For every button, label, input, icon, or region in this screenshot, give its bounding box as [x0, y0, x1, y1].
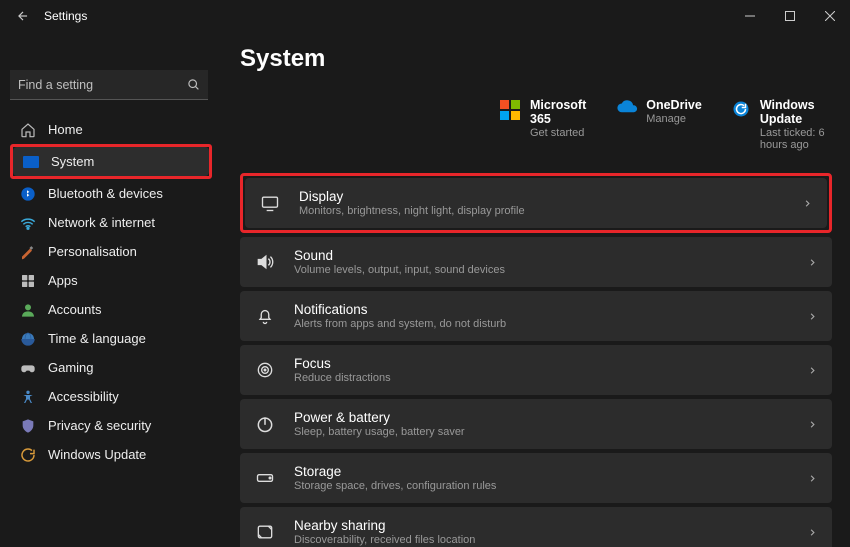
accounts-icon [20, 302, 36, 318]
setting-desc: Storage space, drives, configuration rul… [294, 480, 807, 492]
nav-bluetooth[interactable]: Bluetooth & devices [10, 179, 212, 208]
setting-title: Display [299, 189, 802, 204]
nav-label: Network & internet [48, 215, 155, 230]
tile-title: Windows Update [760, 98, 832, 126]
chevron-right-icon [807, 311, 818, 322]
close-button[interactable] [810, 0, 850, 32]
nav-label: Personalisation [48, 244, 137, 259]
titlebar: Settings [0, 0, 850, 32]
setting-title: Notifications [294, 302, 807, 317]
nav-label: Privacy & security [48, 418, 151, 433]
focus-icon [254, 359, 276, 381]
chevron-right-icon [807, 473, 818, 484]
tile-sub: Last ticked: 6 hours ago [760, 127, 832, 151]
page-title: System [240, 45, 832, 73]
chevron-right-icon [802, 198, 813, 209]
accessibility-icon [20, 389, 36, 405]
chevron-right-icon [807, 365, 818, 376]
notifications-icon [254, 305, 276, 327]
setting-notifications[interactable]: NotificationsAlerts from apps and system… [240, 291, 832, 341]
setting-desc: Discoverability, received files location [294, 534, 807, 546]
nav-update[interactable]: Windows Update [10, 440, 212, 469]
nav-apps[interactable]: Apps [10, 266, 212, 295]
setting-desc: Reduce distractions [294, 372, 807, 384]
setting-desc: Monitors, brightness, night light, displ… [299, 205, 802, 217]
sidebar: Home System Bluetooth & devices Network … [0, 32, 218, 547]
setting-title: Storage [294, 464, 807, 479]
home-icon [20, 122, 36, 138]
network-icon [20, 215, 36, 231]
nav-privacy[interactable]: Privacy & security [10, 411, 212, 440]
time-icon [20, 331, 36, 347]
nearby-icon [254, 521, 276, 543]
gaming-icon [20, 360, 36, 376]
apps-icon [20, 273, 36, 289]
highlight-display: DisplayMonitors, brightness, night light… [240, 173, 832, 233]
nav-label: Gaming [48, 360, 94, 375]
windowsupdate-icon [732, 100, 750, 120]
search-input[interactable] [18, 78, 187, 92]
chevron-right-icon [807, 527, 818, 538]
nav-time[interactable]: Time & language [10, 324, 212, 353]
setting-title: Sound [294, 248, 807, 263]
nav-label: Windows Update [48, 447, 146, 462]
setting-sound[interactable]: SoundVolume levels, output, input, sound… [240, 237, 832, 287]
tile-title: Microsoft 365 [530, 98, 586, 126]
back-button[interactable] [16, 9, 44, 23]
system-icon [23, 154, 39, 170]
main-panel: System Microsoft 365Get started OneDrive… [218, 32, 850, 547]
search-icon [187, 78, 200, 91]
setting-desc: Sleep, battery usage, battery saver [294, 426, 807, 438]
setting-desc: Volume levels, output, input, sound devi… [294, 264, 807, 276]
nav-label: Accessibility [48, 389, 119, 404]
tile-title: OneDrive [646, 98, 702, 112]
nav-accounts[interactable]: Accounts [10, 295, 212, 324]
chevron-right-icon [807, 419, 818, 430]
nav-system[interactable]: System [13, 147, 209, 176]
setting-nearby[interactable]: Nearby sharingDiscoverability, received … [240, 507, 832, 547]
search-box[interactable] [10, 70, 208, 100]
setting-title: Focus [294, 356, 807, 371]
setting-title: Nearby sharing [294, 518, 807, 533]
tile-sub: Get started [530, 127, 586, 139]
display-icon [259, 192, 281, 214]
bluetooth-icon [20, 186, 36, 202]
tile-onedrive[interactable]: OneDriveManage [616, 98, 702, 151]
nav-label: Bluetooth & devices [48, 186, 163, 201]
setting-power[interactable]: Power & batterySleep, battery usage, bat… [240, 399, 832, 449]
privacy-icon [20, 418, 36, 434]
nav-accessibility[interactable]: Accessibility [10, 382, 212, 411]
setting-display[interactable]: DisplayMonitors, brightness, night light… [245, 178, 827, 228]
setting-desc: Alerts from apps and system, do not dist… [294, 318, 807, 330]
nav-gaming[interactable]: Gaming [10, 353, 212, 382]
setting-title: Power & battery [294, 410, 807, 425]
nav-label: Home [48, 122, 83, 137]
setting-focus[interactable]: FocusReduce distractions [240, 345, 832, 395]
nav-label: Time & language [48, 331, 146, 346]
maximize-button[interactable] [770, 0, 810, 32]
tile-sub: Manage [646, 113, 702, 125]
microsoft365-icon [500, 100, 520, 120]
personalisation-icon [20, 244, 36, 260]
power-icon [254, 413, 276, 435]
nav-label: Accounts [48, 302, 101, 317]
tile-windowsupdate[interactable]: Windows UpdateLast ticked: 6 hours ago [732, 98, 832, 151]
nav-personalisation[interactable]: Personalisation [10, 237, 212, 266]
nav-label: Apps [48, 273, 78, 288]
setting-storage[interactable]: StorageStorage space, drives, configurat… [240, 453, 832, 503]
highlight-system: System [10, 144, 212, 179]
chevron-right-icon [807, 257, 818, 268]
minimize-button[interactable] [730, 0, 770, 32]
update-icon [20, 447, 36, 463]
sound-icon [254, 251, 276, 273]
storage-icon [254, 467, 276, 489]
nav-network[interactable]: Network & internet [10, 208, 212, 237]
nav-home[interactable]: Home [10, 115, 212, 144]
window-title: Settings [44, 9, 87, 23]
nav-label: System [51, 154, 94, 169]
onedrive-icon [616, 100, 636, 120]
tile-microsoft365[interactable]: Microsoft 365Get started [500, 98, 586, 151]
